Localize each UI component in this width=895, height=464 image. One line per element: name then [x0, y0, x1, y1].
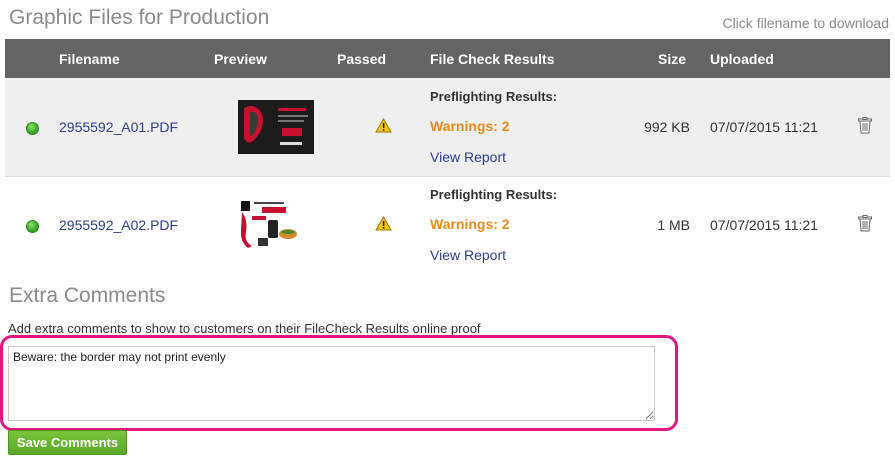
extra-comments-title: Extra Comments: [9, 284, 166, 307]
file-check-column-header: File Check Results: [430, 39, 590, 78]
delete-column-header: [840, 39, 890, 78]
trash-icon[interactable]: [858, 215, 872, 232]
preview-thumbnail[interactable]: [237, 99, 314, 154]
uploaded-date: 07/07/2015 11:21: [690, 175, 840, 274]
filename-link[interactable]: 2955592_A02.PDF: [59, 217, 178, 233]
preflight-label: Preflighting Results:: [430, 187, 558, 203]
file-size: 1 MB: [590, 175, 690, 274]
green-status-dot-icon: [25, 121, 39, 135]
comments-description: Add extra comments to show to customers …: [8, 321, 481, 336]
uploaded-date: 07/07/2015 11:21: [690, 78, 840, 176]
green-status-dot-icon: [25, 220, 39, 234]
trash-icon[interactable]: [858, 116, 872, 134]
passed-column-header: Passed: [337, 39, 430, 78]
status-column-header: [5, 39, 59, 78]
uploaded-column-header: Uploaded: [690, 39, 840, 78]
table-header-row: Filename Preview Passed File Check Resul…: [5, 39, 890, 78]
comments-textarea[interactable]: Beware: the border may not print evenly: [8, 346, 655, 421]
table-row: 2955592_A02.PDF Preflighting Results: Wa…: [5, 175, 890, 274]
filename-column-header: Filename: [59, 39, 214, 78]
table-row: 2955592_A01.PDF Preflighting Results: Wa…: [5, 78, 890, 176]
warning-triangle-icon: [375, 117, 392, 133]
page-title: Graphic Files for Production: [9, 6, 270, 29]
preflight-label: Preflighting Results:: [430, 88, 558, 104]
warnings-count: Warnings: 2: [430, 216, 510, 233]
save-comments-button[interactable]: Save Comments: [8, 430, 127, 455]
file-size: 992 KB: [590, 78, 690, 176]
download-hint: Click filename to download: [722, 15, 889, 31]
size-column-header: Size: [590, 39, 690, 78]
files-table: Filename Preview Passed File Check Resul…: [5, 39, 890, 274]
preview-column-header: Preview: [214, 39, 337, 78]
warnings-count: Warnings: 2: [430, 117, 510, 134]
view-report-link[interactable]: View Report: [430, 149, 590, 165]
preview-thumbnail[interactable]: [237, 198, 314, 253]
filename-link[interactable]: 2955592_A01.PDF: [59, 119, 178, 135]
warning-triangle-icon: [375, 216, 392, 231]
view-report-link[interactable]: View Report: [430, 247, 590, 263]
